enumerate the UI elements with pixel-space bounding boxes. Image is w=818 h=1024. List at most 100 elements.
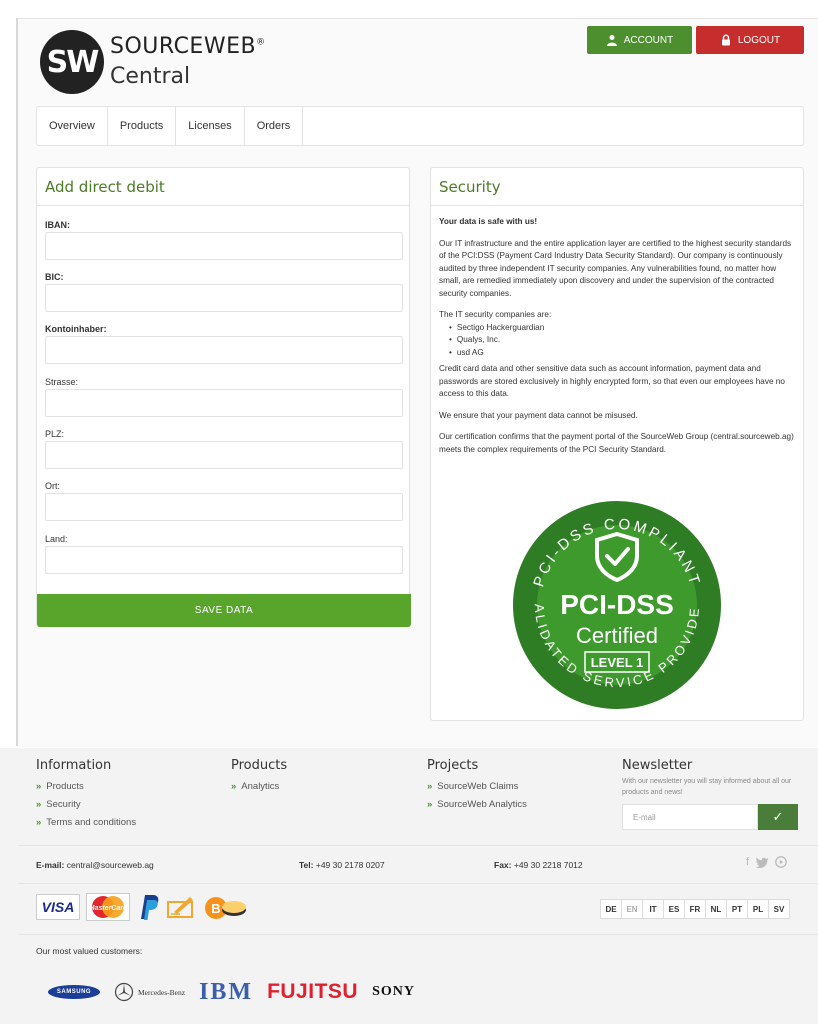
mercedes-star-icon — [114, 982, 134, 1002]
iban-input[interactable] — [45, 232, 403, 260]
footer-divider — [18, 883, 818, 884]
check-payment-icon — [167, 897, 193, 918]
tel-label: Tel: — [299, 860, 314, 870]
lang-pt[interactable]: PT — [726, 899, 748, 919]
footer-link-claims[interactable]: » SourceWeb Claims — [427, 781, 518, 792]
chevron-right-icon: » — [427, 799, 433, 810]
lang-it[interactable]: IT — [642, 899, 664, 919]
lang-es[interactable]: ES — [663, 899, 685, 919]
city-input[interactable] — [45, 493, 403, 521]
badge-sub-text: Certified — [576, 623, 658, 648]
user-icon — [606, 35, 617, 46]
footer-link-label: SourceWeb Claims — [437, 781, 519, 792]
footer-link-label: Security — [46, 799, 81, 810]
list-item: usd AG — [449, 347, 795, 360]
contact-email: E-mail: central@sourceweb.ag — [36, 860, 154, 870]
email-label: E-mail: — [36, 860, 65, 870]
logo-mark: SW — [40, 30, 104, 94]
footer-link-products[interactable]: » Products — [36, 781, 84, 792]
lang-fr[interactable]: FR — [684, 899, 706, 919]
ibm-logo: IBM — [199, 978, 254, 1005]
footer-link-label: Terms and conditions — [46, 817, 137, 828]
facebook-icon[interactable]: f — [746, 856, 749, 868]
footer-link-sourceweb-analytics[interactable]: » SourceWeb Analytics — [427, 799, 527, 810]
lang-en[interactable]: EN — [621, 899, 643, 919]
visa-logo: VISA — [36, 894, 80, 920]
chevron-right-icon: » — [36, 781, 42, 792]
security-paragraph-2: Credit card data and other sensitive dat… — [439, 364, 785, 398]
pci-dss-badge: PCI-DSS COMPLIANT VALIDATED SERVICE PROV… — [511, 498, 721, 709]
fujitsu-logo: FUJITSU — [267, 980, 359, 1003]
security-paragraph-1: Our IT infrastructure and the entire app… — [439, 238, 792, 298]
security-paragraph-4: Our certification confirms that the paym… — [439, 432, 794, 454]
account-holder-input[interactable] — [45, 336, 403, 364]
page: SW SOURCEWEB® Central ACCOUNT LOGOUT Ove… — [0, 0, 818, 1024]
lang-sv[interactable]: SV — [768, 899, 790, 919]
bic-input[interactable] — [45, 284, 403, 312]
security-title: Security — [431, 168, 803, 206]
payment-methods: VISA MasterCard B — [36, 892, 248, 922]
zip-input[interactable] — [45, 441, 403, 469]
security-paragraph-3: We ensure that your payment data cannot … — [439, 410, 638, 420]
country-input[interactable] — [45, 546, 403, 574]
lang-de[interactable]: DE — [600, 899, 622, 919]
footer-link-analytics[interactable]: » Analytics — [231, 781, 279, 792]
language-switcher: DE EN IT ES FR NL PT PL SV — [600, 899, 790, 919]
newsletter-submit-button[interactable]: ✓ — [758, 804, 798, 830]
footer-link-security[interactable]: » Security — [36, 799, 81, 810]
footer-link-terms[interactable]: » Terms and conditions — [36, 817, 136, 828]
bitcoin-icon: B — [205, 897, 246, 919]
country-label: Land: — [45, 534, 68, 544]
nav-products[interactable]: Products — [108, 107, 177, 145]
youtube-icon[interactable] — [775, 856, 787, 868]
twitter-icon[interactable] — [755, 856, 769, 868]
chevron-right-icon: » — [36, 799, 42, 810]
bic-label: BIC: — [45, 272, 64, 282]
nav-orders[interactable]: Orders — [245, 107, 304, 145]
direct-debit-title: Add direct debit — [37, 168, 409, 206]
street-input[interactable] — [45, 389, 403, 417]
nav-overview[interactable]: Overview — [37, 107, 108, 145]
lang-nl[interactable]: NL — [705, 899, 727, 919]
footer-products-title: Products — [231, 758, 288, 773]
direct-debit-panel: Add direct debit IBAN: BIC: Kontoinhaber… — [36, 167, 411, 627]
footer-newsletter-title: Newsletter — [622, 758, 693, 773]
footer-link-label: Analytics — [241, 781, 280, 792]
lock-icon — [721, 34, 730, 46]
email-value[interactable]: central@sourceweb.ag — [67, 860, 154, 870]
list-item: Sectigo Hackerguardian — [449, 322, 795, 335]
chevron-right-icon: » — [36, 817, 42, 828]
customers-label: Our most valued customers: — [36, 946, 143, 956]
svg-text:B: B — [211, 901, 220, 916]
iban-label: IBAN: — [45, 220, 70, 230]
newsletter-description: With our newsletter you will stay inform… — [622, 778, 792, 796]
fax-value: +49 30 2218 7012 — [513, 860, 583, 870]
paypal-logo — [141, 895, 159, 920]
footer-projects-title: Projects — [427, 758, 479, 773]
footer-link-label: Products — [46, 781, 84, 792]
contact-fax: Fax: +49 30 2218 7012 — [494, 860, 583, 870]
logout-button[interactable]: LOGOUT — [696, 26, 804, 54]
city-label: Ort: — [45, 481, 60, 491]
newsletter-email-input[interactable]: E-mail — [622, 804, 758, 830]
footer-divider — [18, 934, 818, 935]
lang-pl[interactable]: PL — [747, 899, 769, 919]
fax-label: Fax: — [494, 860, 512, 870]
logout-label: LOGOUT — [737, 34, 781, 46]
security-companies-intro: The IT security companies are: — [439, 310, 552, 319]
mastercard-text: MasterCard — [89, 905, 128, 912]
save-data-button[interactable]: SAVE DATA — [37, 594, 411, 627]
chevron-right-icon: » — [427, 781, 433, 792]
security-companies-list: Sectigo Hackerguardian Qualys, Inc. usd … — [449, 322, 795, 360]
account-label: ACCOUNT — [623, 34, 674, 46]
security-panel: Security Your data is safe with us! Our … — [430, 167, 804, 721]
logo[interactable]: SW SOURCEWEB® Central — [40, 30, 280, 96]
nav-licenses[interactable]: Licenses — [176, 107, 245, 145]
contact-tel: Tel: +49 30 2178 0207 — [299, 860, 385, 870]
logo-subtitle: Central — [110, 64, 191, 89]
security-text: Your data is safe with us! Our IT infras… — [439, 216, 795, 465]
account-button[interactable]: ACCOUNT — [587, 26, 692, 54]
list-item: Qualys, Inc. — [449, 334, 795, 347]
badge-main-text: PCI-DSS — [560, 589, 674, 620]
street-label: Strasse: — [45, 377, 79, 387]
